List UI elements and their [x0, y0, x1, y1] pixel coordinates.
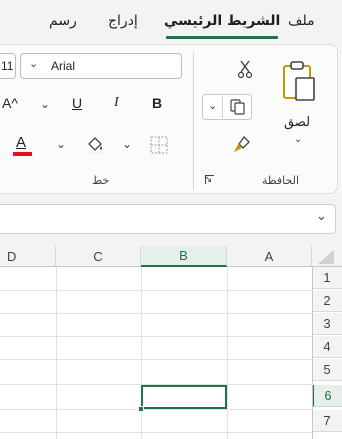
copy-dropdown-chevron[interactable]: ⌄	[208, 99, 217, 112]
row-gridline	[0, 313, 312, 314]
paste-icon	[283, 61, 315, 101]
column-header-b[interactable]: B	[141, 246, 227, 267]
row-header-3[interactable]: 3	[312, 313, 342, 335]
column-header-a[interactable]: A	[227, 246, 312, 267]
copy-split-divider	[222, 96, 223, 118]
format-painter-icon	[233, 135, 250, 153]
row-header-1[interactable]: 1	[312, 267, 342, 289]
row-gridline	[0, 432, 312, 433]
tab-file[interactable]: ملف	[288, 13, 315, 29]
column-gridline	[227, 267, 228, 439]
borders-dropdown-chevron[interactable]: ⌄	[122, 137, 132, 151]
underline-button[interactable]: U	[72, 95, 82, 111]
column-header-d[interactable]: D	[0, 246, 56, 267]
bold-button[interactable]: B	[152, 95, 162, 111]
italic-button[interactable]: I	[114, 95, 119, 111]
column-gridline	[141, 267, 142, 439]
column-gridline	[56, 267, 57, 439]
tab-home[interactable]: الشريط الرئيسي	[164, 13, 280, 29]
font-size-value: 11	[1, 59, 14, 73]
scissors-icon	[237, 60, 253, 79]
tab-draw[interactable]: رسم	[49, 13, 77, 29]
row-header-4[interactable]: 4	[312, 336, 342, 358]
row-gridline	[0, 409, 312, 410]
expand-formula-bar-chevron-icon[interactable]: ⌄	[316, 209, 327, 224]
group-separator	[193, 52, 194, 190]
clipboard-group-label: الحافظة	[262, 174, 300, 187]
fill-handle[interactable]	[138, 406, 144, 412]
row-gridline	[0, 336, 312, 337]
font-color-button[interactable]: A	[16, 134, 26, 151]
paint-bucket-icon	[87, 137, 103, 154]
row-header-7[interactable]: 7	[312, 410, 342, 432]
dialog-launcher-frame	[205, 175, 214, 184]
font-name-value: Arial	[51, 59, 76, 73]
fill-color-button[interactable]	[84, 134, 106, 156]
copy-icon	[230, 99, 245, 115]
increase-font-size-button[interactable]: A^	[2, 95, 18, 111]
cut-button[interactable]	[232, 56, 258, 82]
ribbon-tabs: ملف الشريط الرئيسي إدراج رسم	[0, 0, 342, 44]
font-name-box[interactable]: ⌄ Arial	[20, 53, 182, 79]
font-name-chevron-icon[interactable]: ⌄	[29, 57, 38, 70]
underline-dropdown-chevron[interactable]: ⌄	[40, 97, 50, 111]
row-header-2[interactable]: 2	[312, 290, 342, 312]
paste-button[interactable]	[276, 56, 322, 108]
font-size-box[interactable]: 11	[0, 53, 16, 79]
row-gridline	[0, 359, 312, 360]
tab-insert[interactable]: إدراج	[108, 13, 138, 29]
format-painter-button[interactable]	[230, 132, 256, 156]
row-gridline	[0, 290, 312, 291]
paste-label: لصق	[284, 114, 311, 129]
formula-bar-input[interactable]	[0, 204, 336, 234]
row-header-5[interactable]: 5	[312, 359, 342, 381]
worksheet-grid[interactable]	[0, 246, 342, 439]
paste-dropdown-chevron[interactable]: ⌄	[294, 134, 302, 145]
active-tab-indicator	[166, 36, 278, 39]
select-all-triangle-icon	[318, 250, 334, 264]
column-header-c[interactable]: C	[56, 246, 141, 267]
borders-button[interactable]	[148, 134, 170, 156]
font-color-bar	[13, 152, 32, 156]
borders-icon	[150, 136, 168, 154]
fill-color-dropdown-chevron[interactable]: ⌄	[56, 137, 66, 151]
row-header-6[interactable]: 6	[312, 385, 342, 407]
font-group-label: خط	[92, 174, 110, 187]
row-header-border	[312, 267, 313, 439]
active-cell-b6[interactable]	[141, 385, 227, 409]
